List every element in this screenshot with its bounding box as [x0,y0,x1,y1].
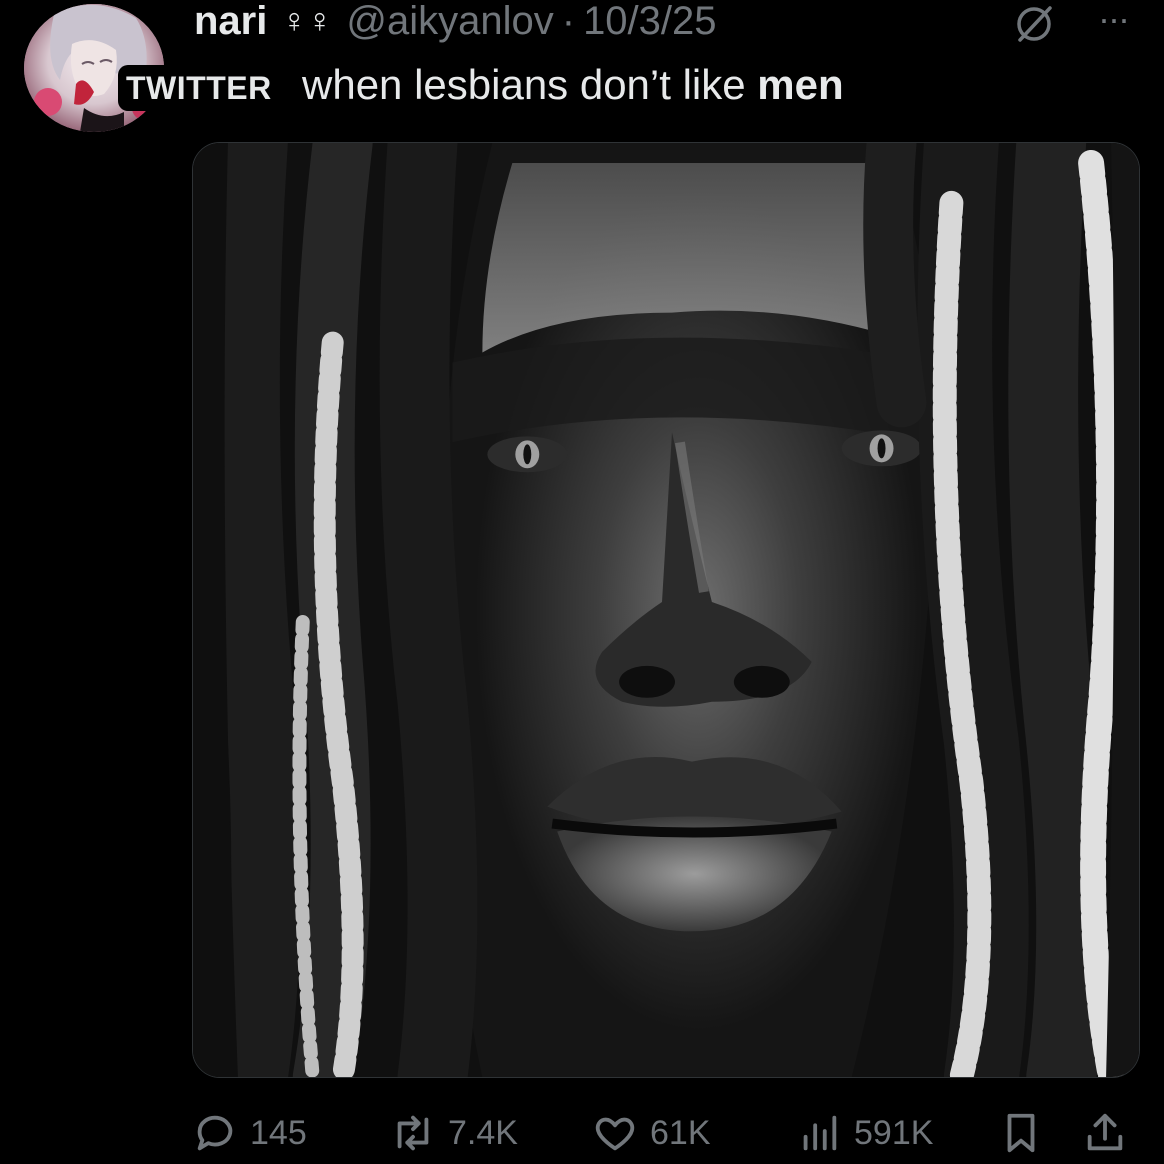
female-sign-emoji: ♀︎♀︎ [281,1,333,40]
heart-icon [595,1117,635,1151]
tweet[interactable]: nari ♀︎♀︎ @aikyanlov · 10/3/25 ··· TWITT… [0,0,1164,1164]
repost-button[interactable]: 7.4K [390,1108,518,1158]
more-dots-icon[interactable]: ··· [1088,1,1138,37]
author-handle[interactable]: @aikyanlov [346,0,553,44]
views-button[interactable]: 591K [796,1108,933,1158]
repost-icon [397,1115,429,1151]
twitter-badge: TWITTER [118,65,284,111]
post-date[interactable]: 10/3/25 [583,0,716,44]
view-count: 591K [854,1113,934,1152]
author-display-name[interactable]: nari [194,0,267,44]
tweet-header: nari ♀︎♀︎ @aikyanlov · 10/3/25 [194,0,717,46]
like-button[interactable]: 61K [592,1108,711,1158]
tweet-image[interactable] [192,142,1140,1078]
reply-count: 145 [250,1113,307,1152]
reply-icon [197,1115,233,1151]
action-bar: 145 7.4K 61K 591K [192,1108,1140,1158]
tweet-text-prefix: when lesbians don’t like [302,61,758,108]
repost-count: 7.4K [448,1113,518,1152]
share-icon [1087,1113,1123,1151]
separator-dot: · [561,0,576,43]
bookmark-button[interactable] [998,1108,1044,1158]
tweet-text-bold: men [757,61,844,108]
views-bar-chart-icon [803,1115,837,1151]
like-count: 61K [650,1113,711,1152]
reply-button[interactable]: 145 [192,1108,307,1158]
tweet-text: when lesbians don’t like men [302,60,844,110]
bookmark-icon [1007,1113,1035,1153]
grok-icon[interactable] [1012,2,1056,46]
share-button[interactable] [1082,1108,1128,1158]
